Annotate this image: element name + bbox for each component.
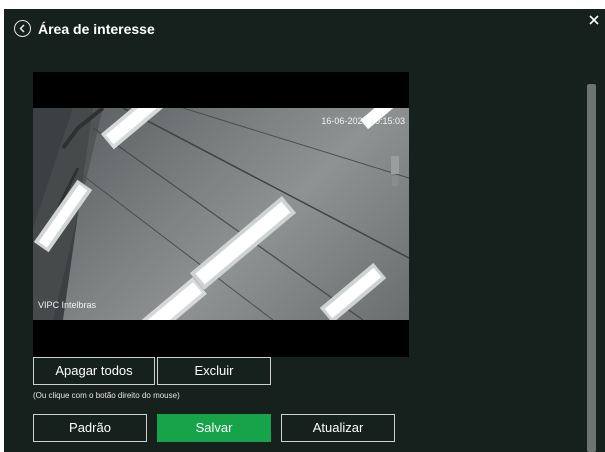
chevron-left-icon: [19, 24, 25, 33]
close-button[interactable]: [587, 13, 601, 27]
dialog-title: Área de interesse: [38, 21, 155, 37]
default-button[interactable]: Padrão: [33, 414, 147, 442]
close-icon: [589, 15, 599, 25]
scrollbar[interactable]: [587, 84, 596, 452]
ceiling-scene: [33, 108, 409, 320]
video-timestamp: 16-06-2024 10:15:03: [321, 116, 405, 126]
back-button[interactable]: [14, 20, 31, 37]
clear-all-button[interactable]: Apagar todos: [33, 357, 155, 385]
delete-button[interactable]: Excluir: [157, 357, 271, 385]
roi-dialog: Área de interesse 16-06-2024 10:15:03 VI…: [4, 9, 605, 452]
video-preview[interactable]: 16-06-2024 10:15:03 VIPC Intelbras: [33, 72, 409, 357]
camera-feed[interactable]: 16-06-2024 10:15:03 VIPC Intelbras: [33, 108, 409, 320]
save-button[interactable]: Salvar: [157, 414, 271, 442]
refresh-button[interactable]: Atualizar: [281, 414, 395, 442]
hint-text: (Ou clique com o botão direito do mouse): [33, 391, 180, 400]
camera-name-overlay: VIPC Intelbras: [38, 300, 97, 310]
